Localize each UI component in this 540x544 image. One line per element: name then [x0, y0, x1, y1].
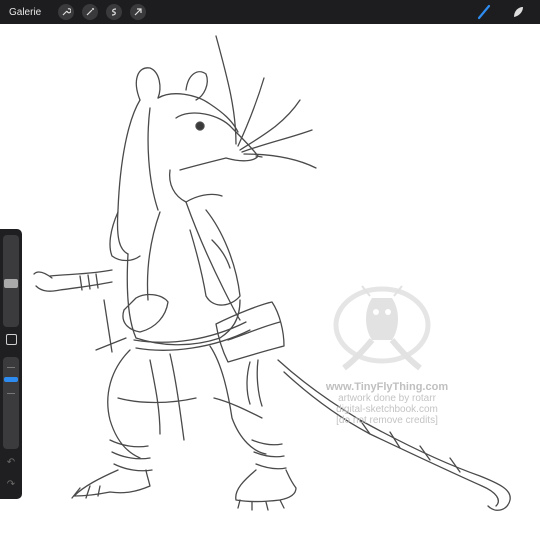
drawing-canvas[interactable]: www.TinyFlyThing.com artwork done by rot… — [0, 24, 540, 539]
magic-wand-icon[interactable] — [82, 4, 99, 20]
brush-size-slider[interactable] — [3, 235, 19, 327]
side-toolbar: ↶ ↷ — [0, 229, 22, 499]
opacity-thumb[interactable] — [4, 377, 18, 382]
opacity-tick — [7, 367, 15, 368]
selection-icon[interactable] — [106, 4, 123, 20]
opacity-slider[interactable] — [3, 357, 19, 449]
watermark-notice: [do not remove credits] — [336, 415, 438, 426]
top-toolbar: Galerie — [0, 0, 540, 24]
watermark-credit: artwork done by rotarr — [338, 393, 436, 404]
smudge-icon[interactable] — [510, 4, 526, 20]
modify-button[interactable] — [6, 334, 17, 345]
watermark-logo — [333, 285, 431, 371]
gallery-button[interactable]: Galerie — [9, 7, 41, 18]
brush-icon[interactable] — [476, 4, 492, 20]
watermark-sketchbook: digital-sketchbook.com — [336, 404, 438, 415]
watermark-text: www.TinyFlyThing.com artwork done by rot… — [312, 381, 462, 426]
opacity-tick — [7, 393, 15, 394]
watermark-site: www.TinyFlyThing.com — [325, 381, 449, 393]
sketch-artwork — [33, 35, 511, 511]
redo-icon[interactable]: ↷ — [5, 479, 17, 491]
transform-arrow-icon[interactable] — [130, 4, 147, 20]
undo-icon[interactable]: ↶ — [5, 457, 17, 469]
brush-size-thumb[interactable] — [4, 279, 18, 288]
wrench-icon[interactable] — [58, 4, 75, 20]
